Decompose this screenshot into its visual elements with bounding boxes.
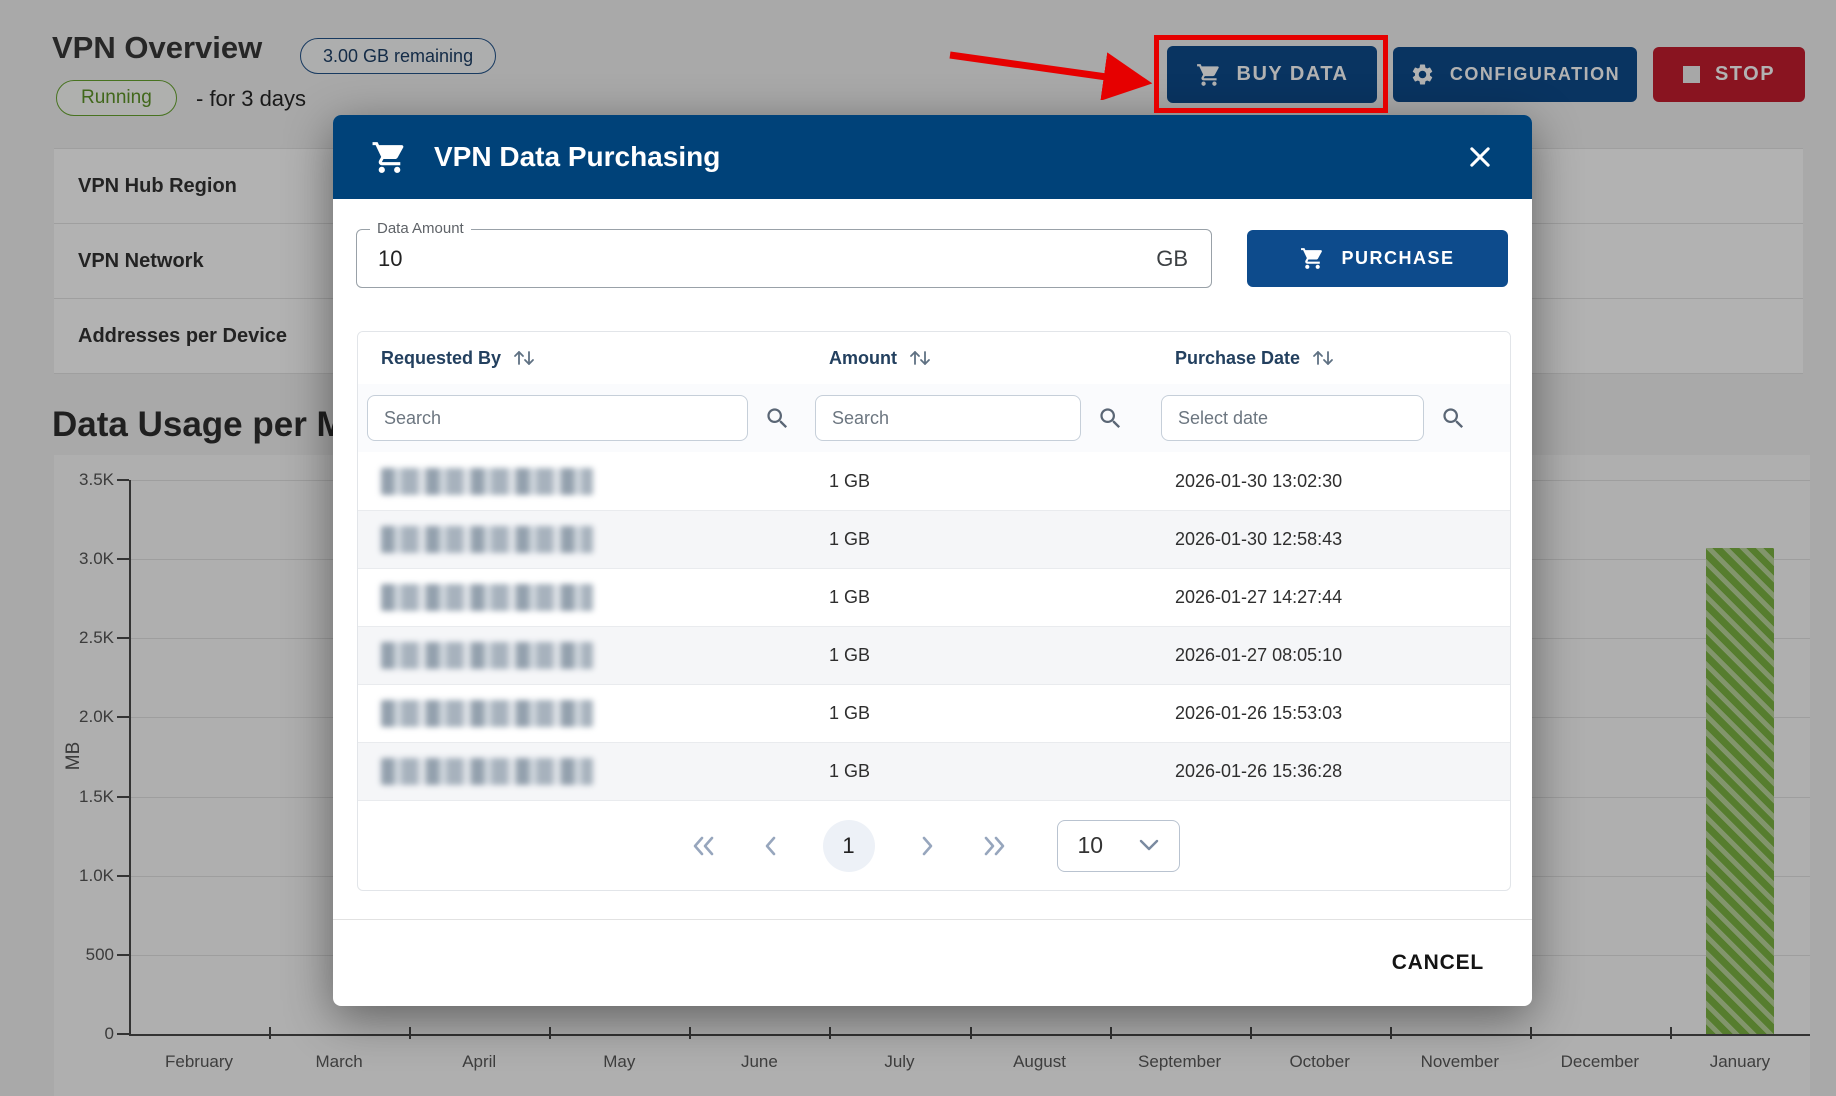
purchase-date-cell: 2026-01-27 08:05:10 [1152, 645, 1510, 666]
current-page-indicator[interactable]: 1 [823, 820, 875, 872]
purchase-button[interactable]: PURCHASE [1247, 230, 1508, 287]
cancel-button[interactable]: CANCEL [1392, 951, 1484, 975]
red-highlight-box [1154, 35, 1388, 113]
shopping-cart-icon [1300, 246, 1325, 271]
data-amount-field: Data Amount GB [356, 229, 1212, 288]
table-body: 1 GB2026-01-30 13:02:301 GB2026-01-30 12… [358, 452, 1510, 800]
last-page-button[interactable] [979, 833, 1009, 859]
close-button[interactable] [1466, 143, 1494, 171]
filter-cell [358, 395, 806, 441]
next-page-icon [917, 833, 937, 859]
prev-page-button[interactable] [761, 833, 781, 859]
page-size-value: 10 [1078, 832, 1104, 859]
blurred-email [381, 526, 593, 553]
first-page-icon [689, 833, 719, 859]
column-header-label: Amount [829, 348, 897, 369]
purchase-date-cell: 2026-01-30 13:02:30 [1152, 471, 1510, 492]
column-header-amount[interactable]: Amount [806, 348, 1152, 369]
first-page-button[interactable] [689, 833, 719, 859]
purchases-table: Requested ByAmountPurchase Date 1 GB2026… [357, 331, 1511, 891]
blurred-email [381, 584, 593, 611]
table-filter-row [358, 384, 1510, 452]
blurred-email [381, 700, 593, 727]
purchase-date-cell: 2026-01-27 14:27:44 [1152, 587, 1510, 608]
table-row: 1 GB2026-01-26 15:36:28 [358, 742, 1510, 800]
shopping-cart-icon [371, 139, 408, 176]
purchase-date-cell: 2026-01-30 12:58:43 [1152, 529, 1510, 550]
filter-cell [806, 395, 1152, 441]
table-row: 1 GB2026-01-26 15:53:03 [358, 684, 1510, 742]
column-header-purchase-date[interactable]: Purchase Date [1152, 348, 1510, 369]
purchase-date-cell: 2026-01-26 15:36:28 [1152, 761, 1510, 782]
modal-title: VPN Data Purchasing [434, 141, 720, 173]
column-header-requested-by[interactable]: Requested By [358, 348, 806, 369]
search-icon [764, 405, 791, 432]
sort-arrows-icon [908, 348, 932, 368]
search-icon [1440, 405, 1467, 432]
amount-cell: 1 GB [806, 645, 1152, 666]
modal-footer: CANCEL [333, 919, 1532, 1006]
pagination: 1 10 [358, 800, 1510, 890]
amount-cell: 1 GB [806, 761, 1152, 782]
search-input[interactable] [367, 395, 748, 441]
chevron-down-icon [1139, 839, 1159, 852]
purchase-label: PURCHASE [1341, 248, 1454, 269]
blurred-email [381, 758, 593, 785]
page-size-select[interactable]: 10 [1057, 820, 1180, 872]
last-page-icon [979, 833, 1009, 859]
vpn-overview-page: VPN Overview 3.00 GB remaining Running -… [0, 0, 1836, 1096]
search-button[interactable] [1097, 405, 1124, 432]
data-amount-input[interactable] [378, 230, 578, 287]
data-amount-unit: GB [1156, 230, 1188, 287]
search-button[interactable] [1440, 405, 1467, 432]
amount-cell: 1 GB [806, 587, 1152, 608]
amount-cell: 1 GB [806, 703, 1152, 724]
prev-page-icon [761, 833, 781, 859]
table-row: 1 GB2026-01-27 08:05:10 [358, 626, 1510, 684]
blurred-email [381, 468, 593, 495]
table-header-row: Requested By Amount Purchase Date [358, 332, 1510, 384]
sort-arrows-icon [512, 348, 536, 368]
table-row: 1 GB2026-01-30 12:58:43 [358, 510, 1510, 568]
modal-header: VPN Data Purchasing [333, 115, 1532, 199]
next-page-button[interactable] [917, 833, 937, 859]
close-icon [1466, 143, 1494, 171]
table-row: 1 GB2026-01-27 14:27:44 [358, 568, 1510, 626]
blurred-email [381, 642, 593, 669]
amount-cell: 1 GB [806, 529, 1152, 550]
search-button[interactable] [764, 405, 791, 432]
table-row: 1 GB2026-01-30 13:02:30 [358, 452, 1510, 510]
search-icon [1097, 405, 1124, 432]
red-arrow-annotation [945, 40, 1160, 100]
search-input[interactable] [815, 395, 1081, 441]
column-header-label: Requested By [381, 348, 501, 369]
sort-arrows-icon [1311, 348, 1335, 368]
filter-cell [1152, 395, 1510, 441]
column-header-label: Purchase Date [1175, 348, 1300, 369]
purchase-date-cell: 2026-01-26 15:53:03 [1152, 703, 1510, 724]
vpn-data-purchasing-modal: VPN Data Purchasing Data Amount GB PURCH… [333, 115, 1532, 1006]
date-filter-input[interactable] [1161, 395, 1424, 441]
amount-cell: 1 GB [806, 471, 1152, 492]
